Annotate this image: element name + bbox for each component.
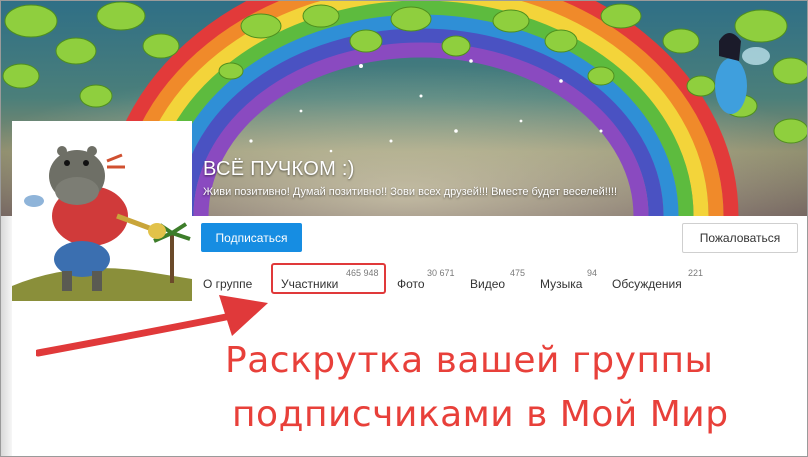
members-highlight-box (271, 263, 386, 294)
tab-label: Музыка (540, 277, 583, 291)
tab-label: Обсуждения (612, 277, 682, 291)
tab-photos[interactable]: Фото 30 671 (397, 268, 455, 291)
page-frame: ВСЁ ПУЧКОМ :) Живи позитивно! Думай пози… (0, 0, 808, 457)
tab-label: Фото (397, 277, 425, 291)
group-title: ВСЁ ПУЧКОМ :) (203, 158, 355, 180)
promo-line-1: Раскрутка вашей группы (225, 340, 714, 381)
videos-count: 475 (510, 268, 526, 278)
subscribe-button[interactable]: Подписаться (201, 223, 302, 252)
group-avatar[interactable] (12, 121, 192, 301)
promo-line-2: подписчиками в Мой Мир (232, 394, 729, 435)
tab-music[interactable]: Музыка 94 (540, 268, 597, 291)
hippo-avatar-image (12, 121, 192, 301)
tab-videos[interactable]: Видео 475 (470, 268, 525, 291)
sidebar-shadow (1, 216, 12, 456)
tab-discussions[interactable]: Обсуждения 221 (612, 268, 703, 291)
tab-label: Видео (470, 277, 506, 291)
photos-count: 30 671 (427, 268, 455, 278)
discussions-count: 221 (688, 268, 704, 278)
report-button[interactable]: Пожаловаться (682, 223, 798, 253)
group-description: Живи позитивно! Думай позитивно!! Зови в… (203, 186, 618, 198)
music-count: 94 (587, 268, 598, 278)
